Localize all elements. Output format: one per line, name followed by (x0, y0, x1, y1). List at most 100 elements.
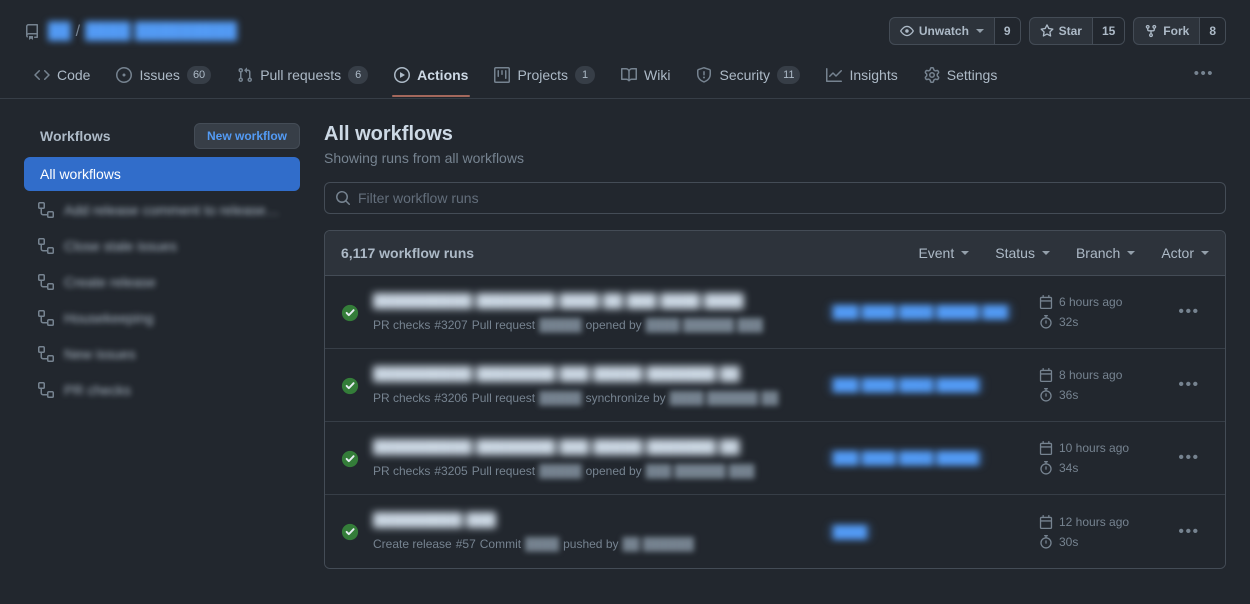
run-ref[interactable]: █████ (539, 464, 582, 478)
workflows-sidebar: Workflows New workflow All workflows Add… (24, 123, 300, 409)
tab-projects[interactable]: Projects 1 (484, 58, 605, 98)
run-branch[interactable]: ███ ████ ████ █████ (819, 376, 1039, 394)
run-subtitle: PR checks #3207 Pull request █████ opene… (373, 318, 819, 332)
run-kebab-menu-icon[interactable]: ••• (1169, 525, 1209, 539)
branch-label[interactable]: ███ ████ ████ █████ (827, 376, 985, 394)
watch-count[interactable]: 9 (994, 18, 1020, 44)
run-duration: 36s (1039, 388, 1169, 402)
run-kebab-menu-icon[interactable]: ••• (1169, 378, 1209, 392)
run-duration-label: 32s (1059, 315, 1078, 329)
run-branch[interactable]: ████ (819, 523, 1039, 541)
run-title[interactable]: ██████████ ████████ ███ █████ ███████ ██ (373, 366, 740, 382)
fork-button-group[interactable]: Fork 8 (1133, 17, 1226, 45)
fork-label: Fork (1163, 24, 1189, 38)
table-row[interactable]: ██████████ ████████ ███ █████ ███████ ██… (325, 422, 1225, 495)
tab-issues-count: 60 (187, 66, 211, 84)
table-row[interactable]: ██████████ ████████ ███ █████ ███████ ██… (325, 349, 1225, 422)
tab-actions-label: Actions (417, 67, 468, 83)
sidebar-item-label: All workflows (40, 166, 121, 182)
branch-label[interactable]: ███ ████ ████ █████ (827, 449, 985, 467)
sidebar-item-new-issues[interactable]: New issues (24, 337, 300, 371)
star-button[interactable]: Star (1030, 18, 1092, 44)
sidebar-item-add-release-comment[interactable]: Add release comment to release… (24, 193, 300, 227)
run-ref[interactable]: █████ (539, 318, 582, 332)
filter-branch-button[interactable]: Branch (1076, 245, 1135, 261)
run-meta: 10 hours ago 34s (1039, 441, 1169, 475)
branch-label[interactable]: ███ ████ ████ █████ ███ (827, 303, 1014, 321)
tab-security-count: 11 (777, 66, 800, 84)
filter-actor-button[interactable]: Actor (1161, 245, 1209, 261)
fork-button[interactable]: Fork (1134, 18, 1199, 44)
fork-count[interactable]: 8 (1199, 18, 1225, 44)
run-workflow-name: Create release (373, 537, 452, 551)
run-number: #3207 (434, 318, 467, 332)
tab-wiki[interactable]: Wiki (611, 59, 680, 97)
run-ref[interactable]: █████ (539, 391, 582, 405)
run-time: 10 hours ago (1039, 441, 1169, 455)
sidebar-item-housekeeping[interactable]: Housekeeping (24, 301, 300, 335)
sidebar-item-create-release[interactable]: Create release (24, 265, 300, 299)
run-meta: 12 hours ago 30s (1039, 515, 1169, 549)
tab-security[interactable]: Security 11 (686, 58, 810, 98)
repo-name[interactable]: ████ █████████ (85, 23, 237, 41)
unwatch-button[interactable]: Unwatch (890, 18, 994, 44)
run-main: ██████████ ████████ ███ █████ ███████ ██… (373, 366, 819, 405)
run-actor[interactable]: ███ ██████ ███ (646, 464, 755, 478)
filter-event-button[interactable]: Event (918, 245, 969, 261)
search-input[interactable] (324, 182, 1226, 214)
workflow-runs-card: 6,117 workflow runs Event Status Branch (324, 230, 1226, 569)
tab-projects-count: 1 (575, 66, 595, 84)
sidebar-item-pr-checks[interactable]: PR checks (24, 373, 300, 407)
tab-issues[interactable]: Issues 60 (106, 58, 221, 98)
run-branch[interactable]: ███ ████ ████ █████ (819, 449, 1039, 467)
sidebar-item-all-workflows[interactable]: All workflows (24, 157, 300, 191)
star-button-group[interactable]: Star 15 (1029, 17, 1126, 45)
tab-wiki-label: Wiki (644, 67, 670, 83)
chevron-down-icon (976, 29, 984, 33)
run-main: ██████████ ████████ ███ █████ ███████ ██… (373, 439, 819, 478)
run-kebab-menu-icon[interactable]: ••• (1169, 451, 1209, 465)
runs-filter-bar: Event Status Branch Actor (918, 245, 1209, 261)
workflow-icon (38, 346, 54, 362)
repo-owner[interactable]: ██ (48, 23, 71, 41)
run-subtitle: PR checks #3205 Pull request █████ opene… (373, 464, 819, 478)
star-count[interactable]: 15 (1092, 18, 1124, 44)
run-action: opened by (586, 318, 642, 332)
run-title[interactable]: ██████████ ████████ ████ ██ ███ ████ ███… (373, 293, 744, 309)
table-row[interactable]: █████████ ███ Create release #57 Commit … (325, 495, 1225, 568)
run-branch[interactable]: ███ ████ ████ █████ ███ (819, 303, 1039, 321)
tab-actions[interactable]: Actions (384, 59, 478, 97)
run-title[interactable]: █████████ ███ (373, 512, 496, 528)
sidebar-item-close-stale-issues[interactable]: Close stale issues (24, 229, 300, 263)
run-actor[interactable]: ██ ██████ (623, 537, 694, 551)
tab-code[interactable]: Code (24, 59, 100, 97)
tab-insights-label: Insights (849, 67, 897, 83)
repo-breadcrumb[interactable]: ██ / ████ █████████ (48, 23, 237, 41)
run-workflow-name: PR checks (373, 318, 430, 332)
nav-overflow-menu-icon[interactable]: ••• (1182, 61, 1226, 95)
run-kebab-menu-icon[interactable]: ••• (1169, 305, 1209, 319)
repo-path-separator: / (76, 23, 80, 41)
tab-insights[interactable]: Insights (816, 59, 907, 97)
tab-settings[interactable]: Settings (914, 59, 1008, 97)
tab-settings-label: Settings (947, 67, 998, 83)
tab-projects-label: Projects (517, 67, 568, 83)
workflow-icon (38, 382, 54, 398)
stopwatch-icon (1039, 388, 1053, 402)
sidebar-item-label: Housekeeping (64, 310, 154, 326)
table-row[interactable]: ██████████ ████████ ████ ██ ███ ████ ███… (325, 276, 1225, 349)
run-actor[interactable]: ████ ██████ ███ (646, 318, 763, 332)
new-workflow-button[interactable]: New workflow (194, 123, 300, 149)
run-actor[interactable]: ████ ██████ ██ (670, 391, 779, 405)
run-title[interactable]: ██████████ ████████ ███ █████ ███████ ██ (373, 439, 740, 455)
run-main: █████████ ███ Create release #57 Commit … (373, 512, 819, 551)
run-ref[interactable]: ████ (525, 537, 559, 551)
star-icon (1040, 24, 1054, 38)
sidebar-item-label: New issues (64, 346, 136, 362)
watch-button-group[interactable]: Unwatch 9 (889, 17, 1021, 45)
branch-label[interactable]: ████ (827, 523, 873, 541)
tab-pull-requests[interactable]: Pull requests 6 (227, 58, 378, 98)
repo-header: ██ / ████ █████████ Unwatch 9 Star 1 (0, 0, 1250, 99)
run-time-label: 8 hours ago (1059, 368, 1122, 382)
filter-status-button[interactable]: Status (995, 245, 1050, 261)
